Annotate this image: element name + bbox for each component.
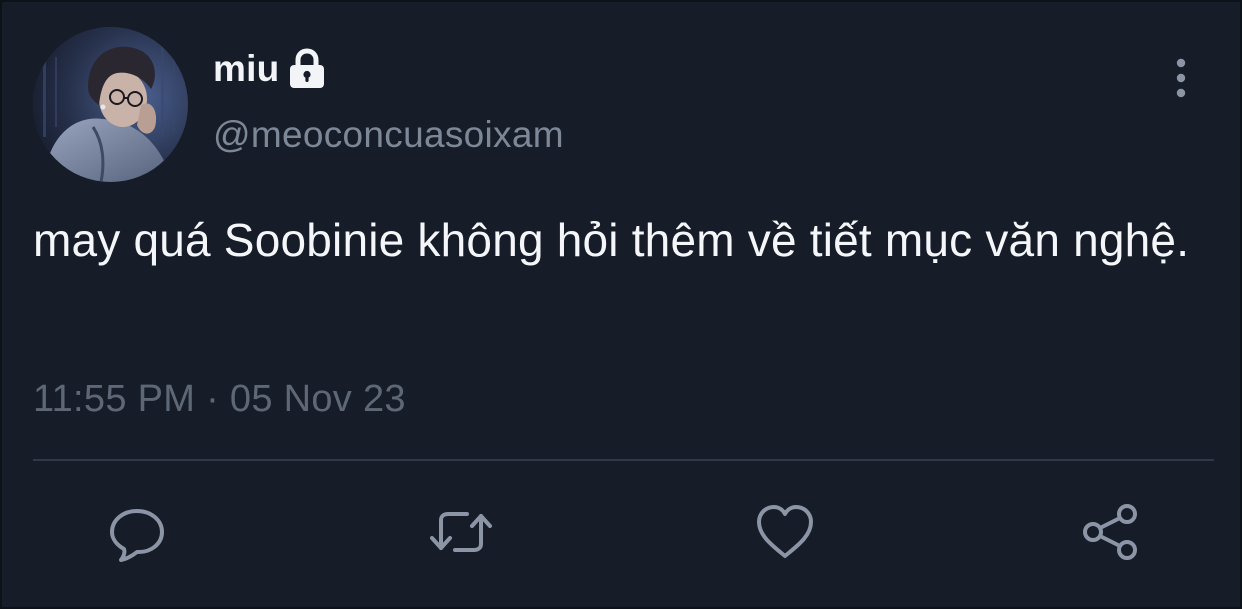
retweet-icon <box>430 512 492 552</box>
tweet-card: miu @meoconcuasoixam may quá Soobinie kh… <box>0 0 1242 609</box>
display-name[interactable]: miu <box>213 48 279 90</box>
heart-icon <box>757 505 813 558</box>
avatar[interactable] <box>33 27 188 182</box>
avatar-photo-icon <box>33 27 188 182</box>
share-icon <box>1083 504 1137 560</box>
reply-icon <box>110 509 164 562</box>
lock-icon <box>287 48 327 90</box>
like-button[interactable] <box>753 500 817 564</box>
tweet-timestamp[interactable]: 11:55 PM · 05 Nov 23 <box>33 378 406 421</box>
divider <box>33 459 1214 461</box>
reply-button[interactable] <box>105 500 169 564</box>
more-vertical-icon[interactable] <box>1170 58 1192 98</box>
user-name-row[interactable]: miu <box>213 44 327 94</box>
user-handle[interactable]: @meoconcuasoixam <box>213 114 564 156</box>
tweet-text: may quá Soobinie không hỏi thêm về tiết … <box>33 214 1190 266</box>
share-button[interactable] <box>1078 500 1142 564</box>
retweet-button[interactable] <box>429 500 493 564</box>
